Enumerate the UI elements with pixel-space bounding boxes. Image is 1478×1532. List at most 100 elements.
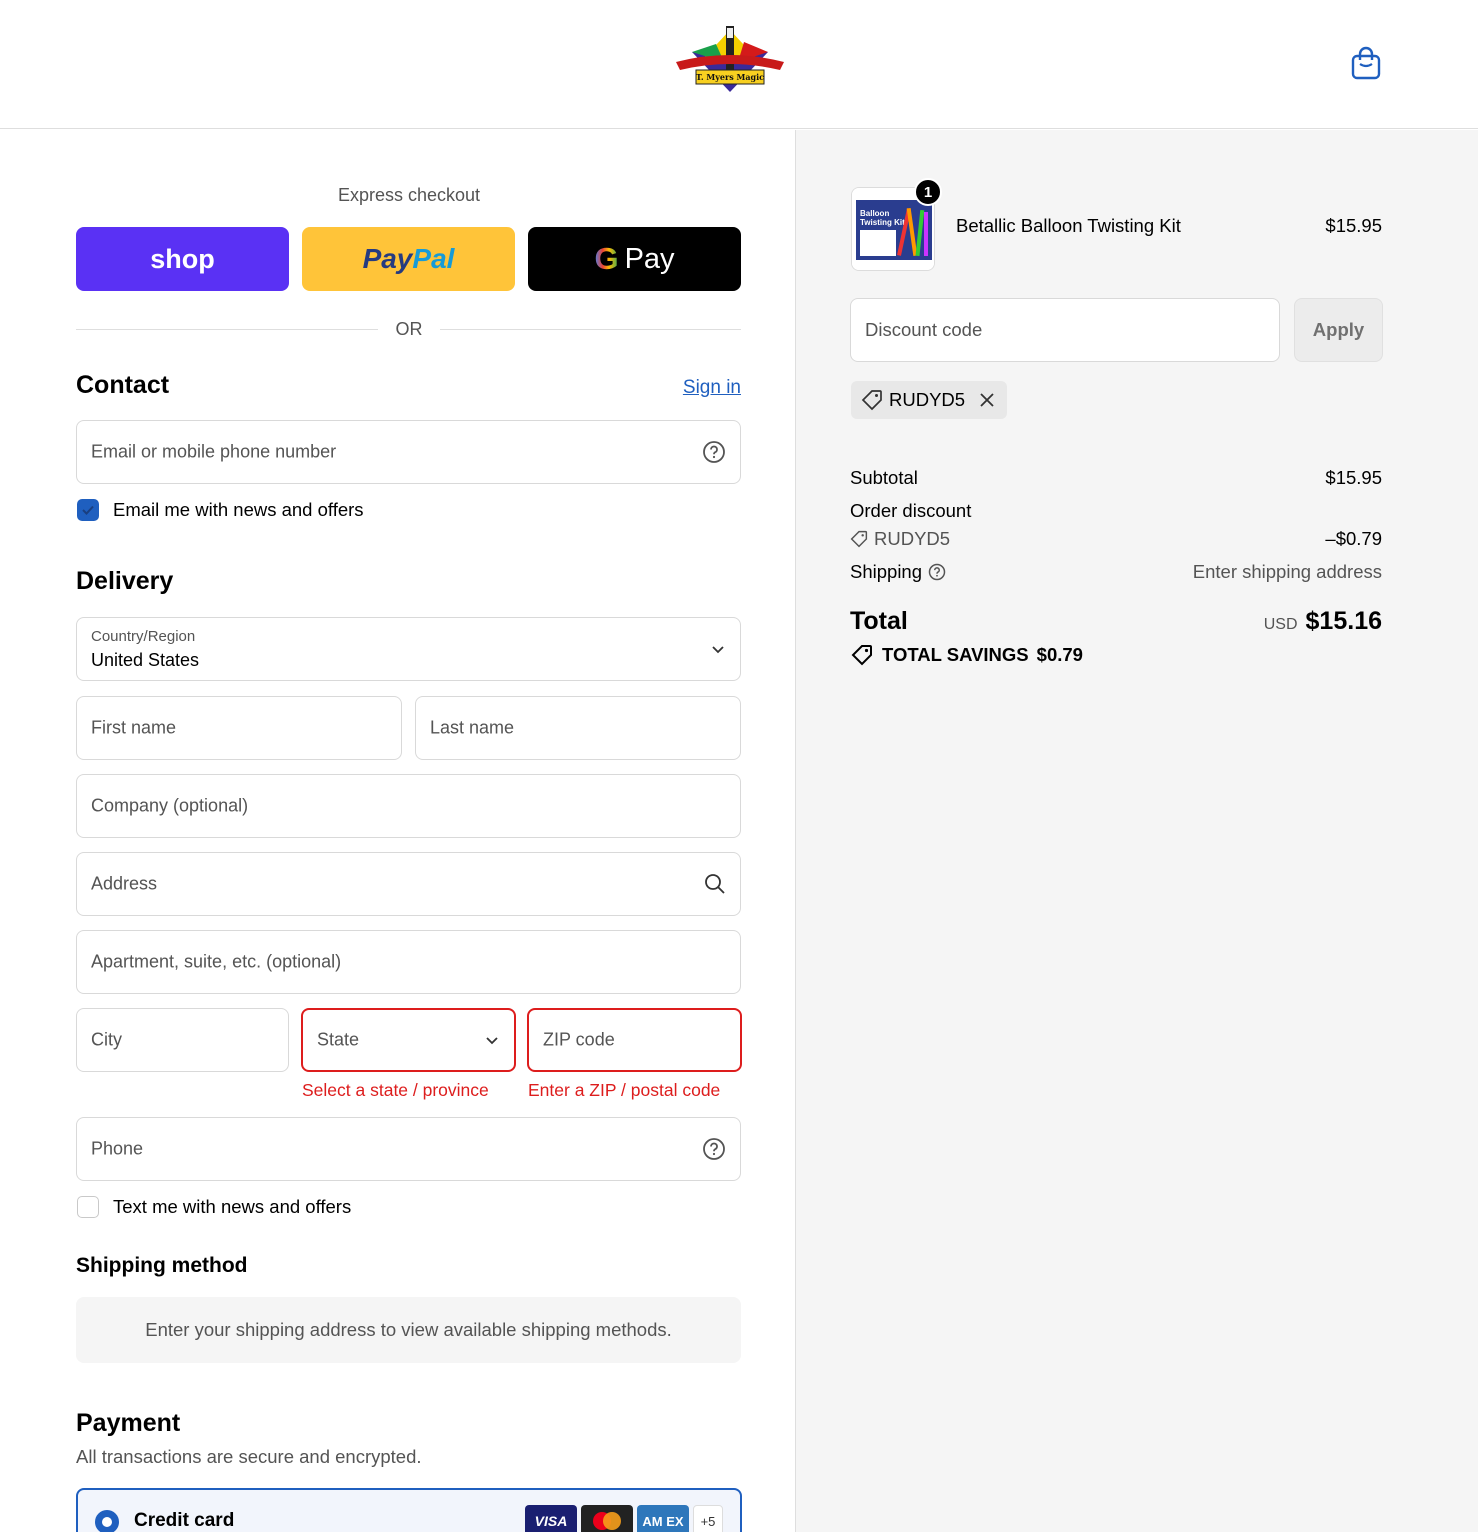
order-discount-code-row: RUDYD5 [850,528,950,550]
divider-left [76,329,378,330]
shopping-bag-icon[interactable] [1350,46,1382,80]
shop-pay-button[interactable]: shop [76,227,289,291]
city-placeholder: City [91,1029,122,1050]
state-placeholder: State [317,1029,360,1050]
country-label: Country/Region [91,628,196,645]
last-name-field[interactable]: Last name [415,696,741,760]
subtotal-label: Subtotal [850,467,918,488]
currency-code: USD [1263,616,1298,633]
total-savings-label: TOTAL SAVINGS [882,644,1029,665]
company-field[interactable]: Company (optional) [76,774,741,838]
payment-title: Payment [76,1409,181,1437]
order-discount-label: Order discount [850,500,972,521]
store-logo[interactable]: T. Myers Magic [672,22,788,100]
tag-icon [861,390,882,411]
shipping-method-title: Shipping method [76,1254,248,1277]
help-circle-icon[interactable] [702,1137,726,1161]
divider-right [440,329,741,330]
state-select[interactable]: State [301,1008,516,1072]
shipping-row-label: Shipping [850,561,946,583]
product-name: Betallic Balloon Twisting Kit [956,215,1181,236]
google-pay-button[interactable]: G Pay [528,227,741,291]
email-news-checkbox[interactable] [77,499,99,521]
chevron-down-icon [712,646,724,654]
address-field[interactable]: Address [76,852,741,916]
company-placeholder: Company (optional) [91,795,249,816]
total-value: $15.16 [1305,607,1382,635]
zip-error: Enter a ZIP / postal code [528,1080,721,1100]
last-name-placeholder: Last name [430,717,515,738]
text-news-checkbox[interactable] [77,1196,99,1218]
subtotal-value: $15.95 [1325,467,1382,488]
tag-icon [850,530,868,548]
close-icon[interactable] [977,390,997,410]
applied-discount-chip: RUDYD5 [851,381,1008,419]
apply-label: Apply [1312,319,1365,340]
checkout-form: Express checkout shop Pay Pal G Pay OR Con… [0,130,795,1532]
help-circle-icon[interactable] [702,440,726,464]
address-placeholder: Address [91,873,158,894]
quantity-badge: 1 [914,178,942,206]
logo-text: T. Myers Magic [696,72,764,82]
credit-card-radio[interactable] [95,1510,119,1532]
shop-pay-label: shop [150,243,215,274]
phone-field[interactable]: Phone [76,1117,741,1181]
first-name-field[interactable]: First name [76,696,402,760]
total-amount-group: USD $15.16 [1264,607,1382,636]
contact-title: Contact [76,371,170,399]
country-select[interactable]: Country/Region United States [76,617,741,681]
amex-icon: AM EX [637,1505,689,1532]
credit-card-option[interactable]: Credit card VISA AM EX +5 [76,1488,742,1532]
shipping-value: Enter shipping address [1192,561,1382,582]
sign-in-link[interactable]: Sign in [683,377,741,399]
help-circle-icon[interactable] [928,563,946,581]
email-news-label: Email me with news and offers [113,499,364,520]
product-image-line-1: Balloon [860,209,889,218]
first-name-placeholder: First name [91,717,177,738]
city-field[interactable]: City [76,1008,289,1072]
express-checkout-label: Express checkout [337,185,481,205]
shipping-label: Shipping [850,561,923,582]
credit-card-label: Credit card [134,1510,235,1531]
total-savings-value: $0.79 [1036,644,1083,665]
zip-field[interactable]: ZIP code [527,1008,742,1072]
visa-icon: VISA [525,1505,577,1532]
total-label: Total [850,607,908,635]
country-value: United States [91,650,200,670]
google-g-icon: G [594,241,619,276]
discount-code-field[interactable]: Discount code [850,298,1280,362]
order-summary: Balloon Twisting Kit 1 Betallic Balloon … [795,130,1478,1532]
paypal-label-pay: Pay [362,243,413,274]
checkmark-icon [82,505,94,515]
phone-placeholder: Phone [91,1138,144,1159]
header: T. Myers Magic [0,0,1478,129]
apartment-field[interactable]: Apartment, suite, etc. (optional) [76,930,741,994]
total-savings: TOTAL SAVINGS $0.79 [850,644,1083,666]
google-pay-label: Pay [624,242,675,275]
apartment-placeholder: Apartment, suite, etc. (optional) [91,951,342,972]
zip-placeholder: ZIP code [543,1029,615,1050]
discount-code-placeholder: Discount code [865,319,983,340]
mastercard-icon [581,1505,633,1532]
email-placeholder: Email or mobile phone number [91,441,337,462]
text-news-label: Text me with news and offers [113,1196,352,1217]
shipping-method-message: Enter your shipping address to view avai… [145,1319,672,1340]
apply-discount-button[interactable]: Apply [1294,298,1383,362]
paypal-label-pal: Pal [412,243,455,274]
paypal-button[interactable]: Pay Pal [302,227,515,291]
shipping-method-placeholder: Enter your shipping address to view avai… [76,1297,741,1363]
email-field[interactable]: Email or mobile phone number [76,420,741,484]
product-image-line-2: Twisting Kit [860,218,905,227]
delivery-title: Delivery [76,567,174,595]
applied-discount-code: RUDYD5 [889,389,966,410]
tags-icon [851,645,872,666]
more-cards-badge: +5 [693,1505,723,1532]
product-price: $15.95 [1325,215,1382,236]
search-icon [705,874,725,894]
order-discount-code: RUDYD5 [874,528,951,549]
order-discount-value: –$0.79 [1325,528,1382,549]
chevron-down-icon [486,1037,498,1045]
or-divider-label: OR [395,319,423,339]
state-error: Select a state / province [302,1080,489,1100]
payment-subtitle: All transactions are secure and encrypte… [76,1446,422,1467]
